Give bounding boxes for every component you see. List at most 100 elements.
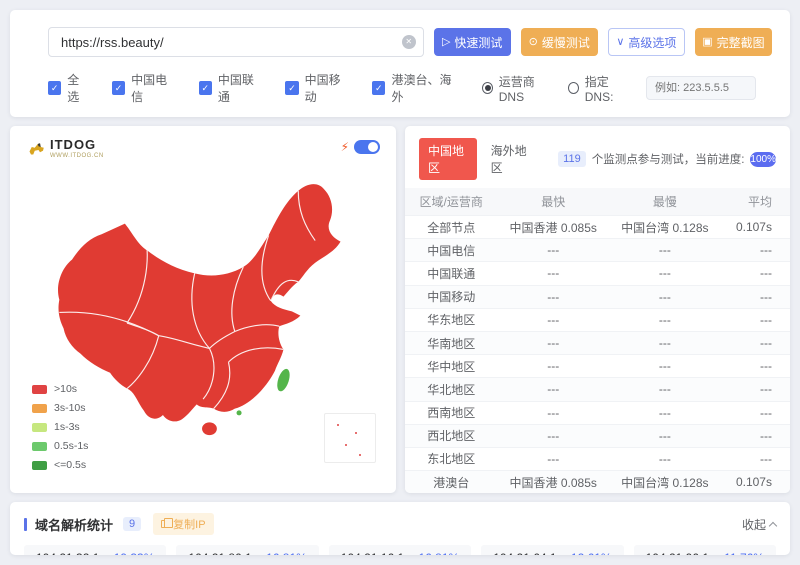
progress-text: 个监测点参与测试，当前进度: [592, 151, 745, 167]
cell-region: 中国移动 [405, 288, 497, 305]
advanced-options-button[interactable]: ∨ 高级选项 [608, 28, 685, 56]
cell-region: 港澳台 [405, 474, 497, 491]
url-input[interactable] [48, 27, 424, 57]
legend-label: >10s [54, 383, 77, 395]
col-header-region: 区域/运营商 [405, 193, 497, 210]
cell-slowest: 中国台湾 0.128s [609, 219, 721, 236]
table-row[interactable]: 全部节点 中国香港 0.085s 中国台湾 0.128s 0.107s [405, 215, 790, 238]
hainan-region[interactable] [202, 422, 217, 435]
cell-slowest: --- [609, 359, 721, 373]
full-screenshot-label: 完整截图 [717, 34, 765, 51]
taiwan-region[interactable] [275, 367, 292, 392]
ip-percentage: 16.81% [418, 551, 459, 555]
custom-dns-radio[interactable] [568, 82, 579, 94]
legend-swatch [32, 404, 47, 413]
legend-item: 3s-10s [32, 402, 88, 414]
cell-fastest: --- [497, 243, 609, 257]
full-screenshot-button[interactable]: ▣ 完整截图 [695, 28, 772, 56]
copy-icon [161, 520, 168, 528]
checkbox-label: 港澳台、海外 [391, 71, 459, 105]
south-china-sea-inset [324, 413, 376, 463]
collapse-label: 收起 [742, 516, 766, 533]
copy-ip-label: 复制IP [173, 516, 205, 532]
ip-stat-item[interactable]: 104.21.64.1 12.61% [481, 545, 623, 555]
table-row[interactable]: 华南地区 --- --- --- [405, 331, 790, 354]
dns-options-group: 运营商DNS 指定DNS: [482, 73, 772, 104]
table-row[interactable]: 港澳台 中国香港 0.085s 中国台湾 0.128s 0.107s [405, 470, 790, 493]
cell-region: 西北地区 [405, 427, 497, 444]
cell-fastest: 中国香港 0.085s [497, 474, 609, 491]
legend-label: 3s-10s [54, 402, 86, 414]
chevron-up-icon [769, 522, 777, 530]
map-controls: ⚡ [341, 140, 380, 154]
ip-percentage: 12.61% [571, 551, 612, 555]
results-panel: 中国地区 海外地区 119 个监测点参与测试，当前进度: 100% 区域/运营商… [405, 126, 790, 493]
ip-percentage: 19.33% [114, 551, 155, 555]
ip-stat-item[interactable]: 104.21.80.1 16.81% [176, 545, 318, 555]
ip-percentage: 11.76% [724, 551, 764, 555]
table-row[interactable]: 东北地区 --- --- --- [405, 447, 790, 470]
cell-fastest: --- [497, 266, 609, 280]
carrier-dns-radio[interactable] [482, 82, 493, 94]
cell-region: 东北地区 [405, 450, 497, 467]
results-table-body: 全部节点 中国香港 0.085s 中国台湾 0.128s 0.107s 中国电信… [405, 215, 790, 493]
quick-test-label: 快速测试 [454, 34, 502, 51]
cell-region: 全部节点 [405, 219, 497, 236]
table-row[interactable]: 西南地区 --- --- --- [405, 401, 790, 424]
cell-average: --- [721, 336, 790, 350]
legend-label: <=0.5s [54, 459, 86, 471]
cell-slowest: --- [609, 452, 721, 466]
cell-fastest: --- [497, 336, 609, 350]
table-row[interactable]: 西北地区 --- --- --- [405, 424, 790, 447]
cell-region: 中国联通 [405, 265, 497, 282]
checkbox-select-all[interactable]: ✓ 全选 [48, 71, 90, 105]
checkbox-label: 全选 [67, 71, 90, 105]
legend-swatch [32, 461, 47, 470]
table-row[interactable]: 中国电信 --- --- --- [405, 238, 790, 261]
ip-stat-item[interactable]: 104.21.16.1 16.81% [329, 545, 471, 555]
realtime-toggle[interactable] [354, 140, 380, 154]
cell-region: 华北地区 [405, 381, 497, 398]
legend-item: >10s [32, 383, 88, 395]
latency-legend: >10s 3s-10s 1s-3s 0.5s-1s <=0.5s [32, 383, 88, 471]
table-row[interactable]: 华中地区 --- --- --- [405, 354, 790, 377]
dog-icon [28, 141, 46, 156]
ip-stat-item[interactable]: 104.21.32.1 19.33% [24, 545, 166, 555]
test-toolbar: ✕ ▷ 快速测试 ⊙ 缓慢测试 ∨ 高级选项 ▣ 完整截图 ✓ 全选 [10, 10, 790, 117]
cell-fastest: --- [497, 290, 609, 304]
table-row[interactable]: 中国移动 --- --- --- [405, 285, 790, 308]
custom-dns-input[interactable] [646, 76, 756, 100]
cell-average: --- [721, 429, 790, 443]
table-row[interactable]: 华东地区 --- --- --- [405, 308, 790, 331]
ip-address: 104.21.96.1 [646, 551, 709, 555]
collapse-button[interactable]: 收起 [742, 516, 776, 533]
cell-average: 0.107s [721, 220, 790, 234]
legend-label: 0.5s-1s [54, 440, 88, 452]
table-row[interactable]: 中国联通 --- --- --- [405, 261, 790, 284]
cell-average: 0.107s [721, 475, 790, 489]
quick-test-button[interactable]: ▷ 快速测试 [434, 28, 511, 56]
cell-region: 中国电信 [405, 242, 497, 259]
node-count-badge: 119 [558, 151, 586, 167]
results-table-header: 区域/运营商 最快 最慢 平均 [405, 188, 790, 215]
lightning-icon: ⚡ [341, 140, 349, 154]
checkbox-china-telecom[interactable]: ✓ 中国电信 [112, 71, 177, 105]
play-icon: ▷ [442, 37, 450, 48]
tab-overseas-region[interactable]: 海外地区 [491, 142, 531, 176]
copy-ip-button[interactable]: 复制IP [153, 513, 213, 535]
cell-slowest: --- [609, 406, 721, 420]
checkbox-china-mobile[interactable]: ✓ 中国移动 [285, 71, 350, 105]
cell-fastest: --- [497, 382, 609, 396]
ip-stat-item[interactable]: 104.21.96.1 11.76% [634, 545, 776, 555]
cell-fastest: --- [497, 406, 609, 420]
mainland-region[interactable] [58, 184, 341, 421]
tab-china-region[interactable]: 中国地区 [419, 138, 477, 180]
clear-input-icon[interactable]: ✕ [402, 35, 416, 49]
ip-percentage: 16.81% [266, 551, 307, 555]
slow-test-button[interactable]: ⊙ 缓慢测试 [521, 28, 598, 56]
checkbox-hmt-overseas[interactable]: ✓ 港澳台、海外 [372, 71, 460, 105]
hongkong-marker[interactable] [237, 410, 242, 415]
table-row[interactable]: 华北地区 --- --- --- [405, 377, 790, 400]
checkbox-china-unicom[interactable]: ✓ 中国联通 [199, 71, 264, 105]
url-row: ✕ ▷ 快速测试 ⊙ 缓慢测试 ∨ 高级选项 ▣ 完整截图 [48, 27, 772, 57]
